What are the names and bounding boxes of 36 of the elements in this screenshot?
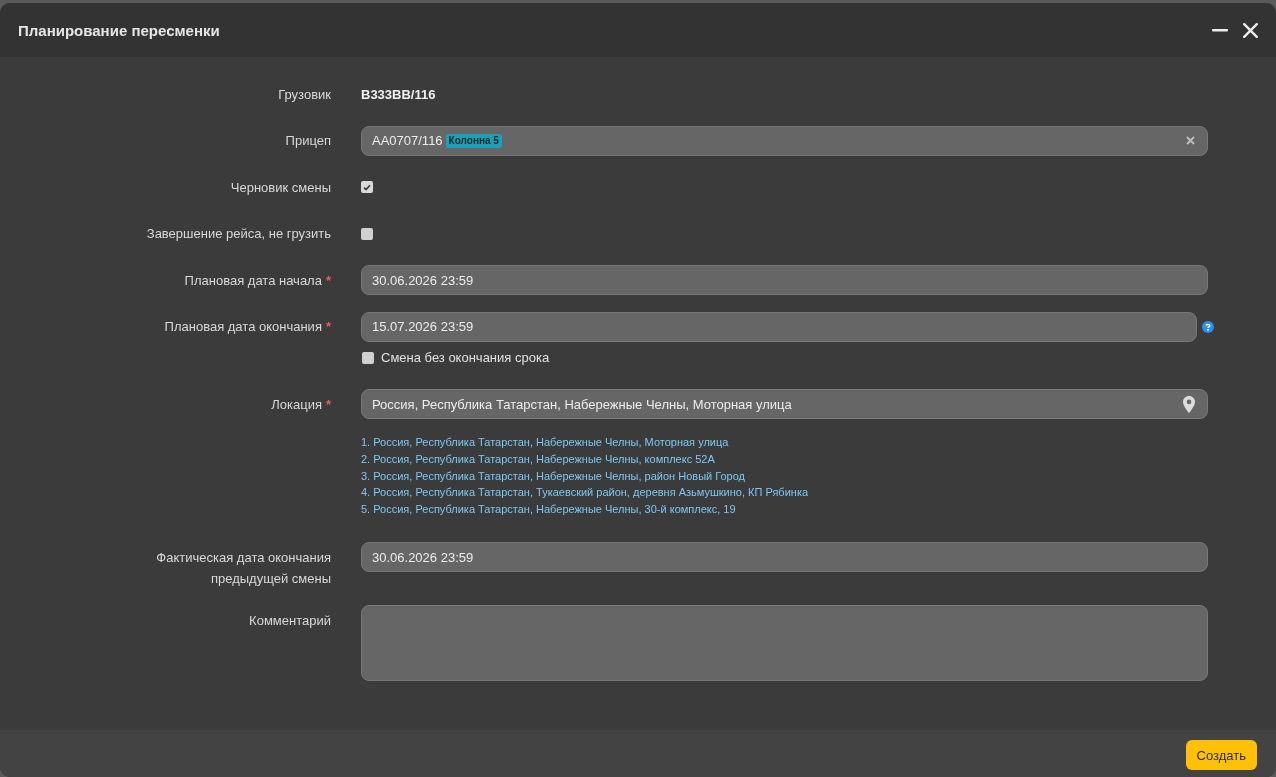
checkbox[interactable] [362,351,374,364]
text-field[interactable]: 30.06.2026 23:59 [361,265,1208,295]
checkbox[interactable] [361,181,373,193]
field-label: Грузовик [278,85,331,104]
field-label: Локация [271,395,322,414]
field-label: Черновик смены [230,178,331,197]
help-icon[interactable] [1202,320,1214,333]
required-mark: * [325,395,331,414]
close-icon[interactable] [1243,22,1258,38]
field-value: В333ВВ/116 [361,86,436,102]
checkbox[interactable] [361,227,373,240]
field-label: Плановая дата начала [184,271,322,290]
required-mark: * [325,271,331,290]
field-label: Прицеп [285,132,331,150]
address-suggestion[interactable]: 2. Россия, Республика Татарстан, Набережные Челны, комплекс 52А [361,450,715,468]
field-label: Завершение рейса, не грузить [146,225,331,243]
create-button[interactable]: Создать [1185,740,1257,770]
select-field[interactable]: АА0707/116 Колонна 5 [361,125,1208,156]
minimize-icon[interactable] [1212,28,1228,32]
field-label: Фактическая дата окончания предыдущей смены [155,548,331,588]
option-label: Смена без окончания срока [381,348,550,367]
group-tag: Колонна 5 [445,133,502,148]
required-mark: * [325,318,331,336]
address-suggestion[interactable]: 5. Россия, Республика Татарстан, Набережные Челны, 30-й комплекс, 19 [361,501,736,518]
address-suggestion[interactable]: 3. Россия, Республика Татарстан, Набережные Челны, район Новый Город [361,467,745,485]
text-field[interactable]: 30.06.2026 23:59 [361,542,1208,573]
comment-field[interactable] [361,605,1208,682]
text-field[interactable]: 15.07.2026 23:59 [361,311,1197,342]
field-label: Комментарий [249,611,331,630]
window-title: Планирование пересменки [18,21,221,39]
address-field[interactable]: Россия, Республика Татарстан, Набережные Челны, Моторная улица [361,389,1208,419]
clear-icon[interactable] [1186,136,1195,145]
field-label: Плановая дата окончания [164,318,322,336]
address-suggestion[interactable]: 1. Россия, Республика Татарстан, Набережные Челны, Моторная улица [361,434,729,451]
address-suggestion[interactable]: 4. Россия, Республика Татарстан, Тукаевский район, деревня Азьмушкино, КП Рябинка [361,484,809,501]
location-pin-icon[interactable] [1183,395,1195,413]
